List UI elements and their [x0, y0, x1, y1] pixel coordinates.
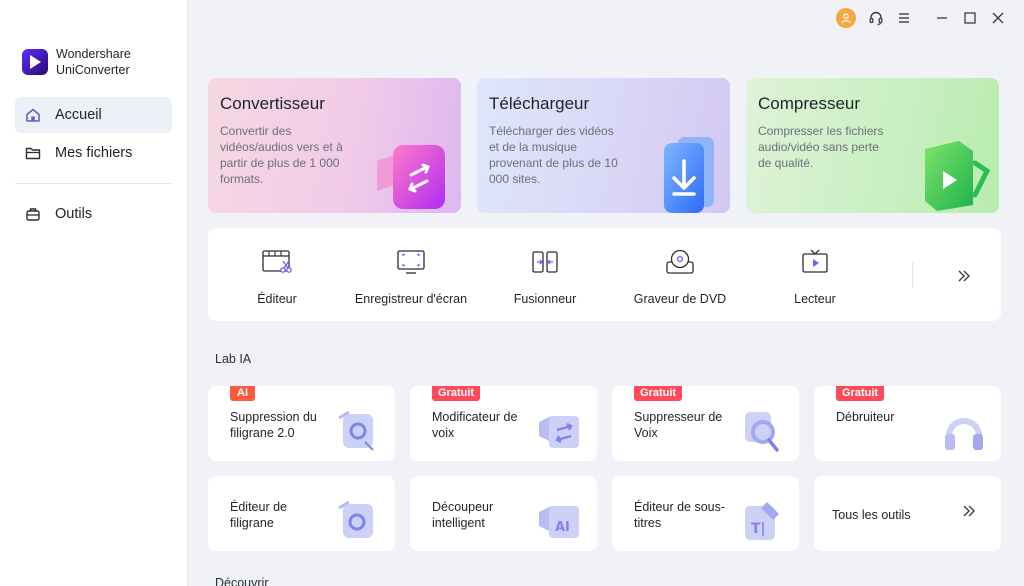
avatar-icon	[836, 8, 856, 28]
sidebar-item-label: Outils	[55, 206, 93, 222]
app-logo: Wondershare UniConverter	[22, 46, 131, 78]
sidebar-item-outils[interactable]: Outils	[15, 196, 172, 232]
free-badge: Gratuit	[836, 386, 885, 401]
editor-icon	[261, 246, 293, 278]
ai-card-editeur-sous-titres[interactable]: Éditeur de sous-titres T|	[612, 476, 799, 551]
home-icon	[25, 107, 41, 123]
free-badge: Gratuit	[634, 386, 683, 401]
merger-icon	[529, 246, 561, 278]
section-title-lab-ia: Lab IA	[215, 352, 252, 366]
ai-card-label: Suppresseur de Voix	[634, 410, 723, 440]
chevron-double-right-icon	[958, 270, 970, 282]
ai-card-modificateur-voix[interactable]: Gratuit Modificateur de voix	[410, 386, 597, 461]
all-tools-card[interactable]: Tous les outils	[814, 476, 1001, 551]
screen-recorder-icon	[395, 246, 427, 278]
ai-card-suppresseur-voix[interactable]: Gratuit Suppresseur de Voix	[612, 386, 799, 461]
tool-lecteur[interactable]: Lecteur	[750, 246, 880, 306]
ai-card-label: Modificateur de voix	[432, 410, 518, 440]
support-button[interactable]	[862, 4, 890, 32]
free-badge: Gratuit	[432, 386, 481, 401]
ai-card-label: Suppression du filigrane 2.0	[230, 410, 317, 440]
ai-card-debruiteur[interactable]: Gratuit Débruiteur	[814, 386, 1001, 461]
feature-card-compresseur[interactable]: Compresseur Compresser les fichiers audi…	[746, 78, 999, 213]
app-name: Wondershare UniConverter	[56, 47, 131, 77]
svg-text:T|: T|	[751, 521, 766, 537]
menu-icon	[899, 13, 909, 23]
ai-card-suppression-filigrane[interactable]: AI Suppression du filigrane 2.0	[208, 386, 395, 461]
uniconverter-logo-icon	[22, 49, 48, 75]
converter-icon	[377, 145, 445, 209]
tools-divider	[912, 262, 913, 288]
sidebar-item-label: Mes fichiers	[55, 145, 133, 161]
vocal-remover-icon	[745, 412, 779, 452]
subtitle-editor-icon: T|	[745, 502, 779, 540]
feature-description: Télécharger des vidéos et de la musique …	[489, 124, 618, 186]
account-button[interactable]	[832, 4, 860, 32]
feature-title: Compresseur	[758, 94, 861, 113]
feature-title: Convertisseur	[220, 94, 325, 113]
watermark-remover-icon	[338, 410, 374, 451]
sidebar-item-mes-fichiers[interactable]: Mes fichiers	[15, 135, 172, 171]
title-bar	[832, 0, 1024, 36]
dvd-burner-icon	[664, 246, 696, 278]
ai-card-label: Éditeur de sous-titres	[634, 500, 726, 530]
toolbox-icon	[25, 206, 41, 222]
folder-icon	[25, 145, 41, 161]
player-icon	[799, 246, 831, 278]
chevron-double-right-icon	[963, 505, 975, 517]
ai-card-label: Éditeur de filigrane	[230, 500, 287, 530]
ai-card-editeur-filigrane[interactable]: Éditeur de filigrane	[208, 476, 395, 551]
close-button[interactable]	[984, 4, 1012, 32]
svg-text:AI: AI	[555, 520, 570, 535]
ai-card-label: Débruiteur	[836, 410, 895, 424]
quick-tools-bar: Éditeur Enregistreur d'écran Fusionneur …	[208, 228, 1001, 321]
feature-description: Compresser les fichiers audio/vidéo sans…	[758, 124, 884, 170]
feature-card-telechargeur[interactable]: Téléchargeur Télécharger des vidéos et d…	[477, 78, 730, 213]
tool-enregistreur[interactable]: Enregistreur d'écran	[346, 246, 476, 306]
maximize-button[interactable]	[956, 4, 984, 32]
all-tools-label: Tous les outils	[832, 508, 911, 522]
maximize-icon	[964, 12, 976, 24]
noise-remover-icon	[945, 418, 983, 450]
minimize-button[interactable]	[928, 4, 956, 32]
tool-fusionneur[interactable]: Fusionneur	[480, 246, 610, 306]
minimize-icon	[937, 17, 947, 19]
ai-card-decoupeur-intelligent[interactable]: Découpeur intelligent AI	[410, 476, 597, 551]
ai-badge: AI	[230, 386, 255, 401]
headset-icon	[869, 11, 883, 26]
watermark-editor-icon	[338, 500, 373, 538]
feature-card-convertisseur[interactable]: Convertisseur Convertir des vidéos/audio…	[208, 78, 461, 213]
voice-changer-icon	[539, 416, 579, 448]
tool-label: Fusionneur	[513, 292, 577, 306]
sidebar-item-accueil[interactable]: Accueil	[15, 97, 172, 133]
tool-editeur[interactable]: Éditeur	[212, 246, 342, 306]
section-title-decouvrir: Découvrir	[215, 576, 269, 586]
menu-button[interactable]	[890, 4, 918, 32]
tool-label: Enregistreur d'écran	[354, 292, 468, 306]
close-icon	[992, 12, 1004, 24]
tool-label: Graveur de DVD	[633, 292, 727, 306]
sidebar-divider	[15, 183, 172, 184]
downloader-icon	[664, 137, 714, 213]
sidebar: Wondershare UniConverter Accueil Mes fic…	[0, 0, 188, 586]
tool-label: Éditeur	[257, 292, 297, 306]
feature-title: Téléchargeur	[489, 94, 590, 113]
tool-graveur-dvd[interactable]: Graveur de DVD	[615, 246, 745, 306]
sidebar-item-label: Accueil	[55, 107, 102, 123]
more-tools-button[interactable]	[950, 264, 978, 288]
feature-description: Convertir des vidéos/audios vers et à pa…	[220, 124, 343, 186]
compressor-icon	[925, 141, 991, 211]
ai-card-label: Découpeur intelligent	[432, 500, 494, 530]
smart-trimmer-icon: AI	[539, 506, 579, 538]
tool-label: Lecteur	[794, 292, 836, 306]
